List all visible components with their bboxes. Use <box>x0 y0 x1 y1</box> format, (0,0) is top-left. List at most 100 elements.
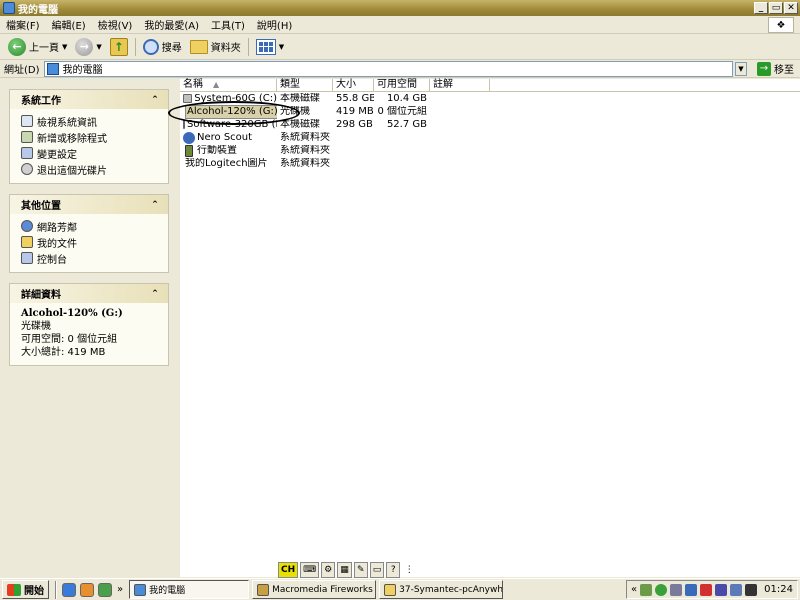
forward-dropdown-icon[interactable]: ▼ <box>96 43 101 51</box>
menu-file[interactable]: 檔案(F) <box>0 17 46 32</box>
column-header-type[interactable]: 類型 <box>277 79 333 91</box>
mobile-icon <box>185 144 193 157</box>
menu-tools[interactable]: 工具(T) <box>205 17 251 32</box>
tray-display-icon[interactable] <box>685 583 698 596</box>
go-button[interactable]: → 移至 <box>751 61 800 76</box>
other-places-title: 其他位置 <box>21 201 61 212</box>
taskbar-item-fireworks[interactable]: Macromedia Fireworks M... <box>252 580 377 599</box>
back-button[interactable]: ← 上一頁 ▼ <box>4 36 71 58</box>
file-list: 名稱 ▲ 類型 大小 可用空間 註解 System-60G (C:) 本機磁碟 55.… <box>180 79 800 577</box>
tray-app-icon[interactable] <box>745 583 758 596</box>
menu-favorites[interactable]: 我的最愛(A) <box>138 17 205 32</box>
views-button[interactable]: ▼ <box>252 36 288 58</box>
place-network[interactable]: 網路芳鄰 <box>21 218 162 234</box>
task-pane: 系統工作 ⌃ 檢視系統資訊 新增或移除程式 變更設定 退出這個光碟片 其他位置 … <box>0 79 180 577</box>
taskbar-clock[interactable]: 01:24 <box>764 584 793 595</box>
language-indicator[interactable]: CH <box>278 562 299 578</box>
window-title: 我的電腦 <box>18 4 58 16</box>
minimize-button[interactable]: _ <box>754 2 768 14</box>
keyboard-icon[interactable]: ⌨ <box>300 562 320 578</box>
start-button[interactable]: 開始 <box>2 580 49 599</box>
collapse-chevron-icon[interactable]: ⌃ <box>148 93 162 107</box>
tray-phone-icon[interactable] <box>730 583 743 596</box>
taskbar-item-my-computer[interactable]: 我的電腦 <box>129 580 250 599</box>
close-button[interactable]: ✕ <box>784 2 798 14</box>
media-player-icon[interactable] <box>80 582 94 597</box>
tray-security-icon[interactable] <box>655 583 668 596</box>
file-row[interactable]: Nero Scout 系統資料夾 <box>180 131 800 144</box>
quicklaunch-separator <box>55 580 57 599</box>
tools-icon[interactable]: ⚙ <box>321 562 336 578</box>
file-size: 419 MB <box>336 105 374 117</box>
place-my-documents[interactable]: 我的文件 <box>21 234 162 250</box>
file-type: 光碟機 <box>280 105 310 117</box>
help-icon[interactable]: ? <box>386 562 401 578</box>
back-dropdown-icon[interactable]: ▼ <box>62 43 67 51</box>
file-row[interactable]: 行動裝置 系統資料夾 <box>180 144 800 157</box>
task-view-system-info[interactable]: 檢視系統資訊 <box>21 113 162 129</box>
details-header[interactable]: 詳細資料 ⌃ <box>10 284 168 303</box>
task-add-remove-programs[interactable]: 新增或移除程式 <box>21 129 162 145</box>
file-name-cell[interactable]: Alcohol-120% (G:) <box>180 104 277 119</box>
place-control-panel[interactable]: 控制台 <box>21 250 162 266</box>
outlook-icon[interactable] <box>98 582 112 597</box>
window-controls: _ ▭ ✕ <box>754 2 798 14</box>
file-row[interactable]: Alcohol-120% (G:) 光碟機 419 MB 0 個位元組 <box>180 104 800 119</box>
place-label: 網路芳鄰 <box>37 222 77 234</box>
column-header-comment[interactable]: 註解 <box>430 79 490 91</box>
file-name: System-60G (C:) <box>194 92 277 104</box>
menu-edit[interactable]: 編輯(E) <box>46 17 92 32</box>
menu-view[interactable]: 檢視(V) <box>92 17 139 32</box>
file-name-cell[interactable]: 行動裝置 <box>180 144 277 157</box>
file-name: Alcohol-120% (G:) <box>185 104 277 119</box>
system-tasks-header[interactable]: 系統工作 ⌃ <box>10 90 168 109</box>
file-row[interactable]: Software-320GB (F:)本機磁碟 298 GB 52.7 GB <box>180 118 800 131</box>
file-row[interactable]: 我的Logitech圖片 系統資料夾 <box>180 157 800 170</box>
windows-logo-icon: ❖ <box>768 17 794 33</box>
handwriting-icon[interactable]: ✎ <box>353 562 368 578</box>
column-header-name[interactable]: 名稱 ▲ <box>180 79 277 91</box>
toolbar-separator <box>247 37 249 56</box>
file-name-cell[interactable]: 我的Logitech圖片 <box>180 158 277 170</box>
file-free-space: 0 個位元組 <box>377 105 427 117</box>
file-type: 系統資料夾 <box>280 144 330 156</box>
search-button[interactable]: 搜尋 <box>139 36 186 58</box>
file-name-cell[interactable]: Nero Scout <box>180 131 277 144</box>
forward-button[interactable]: → ▼ <box>71 36 105 58</box>
options-icon[interactable]: ▭ <box>369 562 385 578</box>
address-dropdown-button[interactable]: ▼ <box>735 61 747 76</box>
maximize-button[interactable]: ▭ <box>769 2 783 14</box>
views-dropdown-icon[interactable]: ▼ <box>279 43 284 51</box>
address-input[interactable]: 我的電腦 <box>43 60 733 77</box>
column-header-size[interactable]: 大小 <box>333 79 374 91</box>
file-row[interactable]: System-60G (C:) 本機磁碟 55.8 GB 10.4 GB <box>180 92 800 105</box>
my-computer-icon <box>134 583 147 596</box>
menu-help[interactable]: 說明(H) <box>251 17 298 32</box>
column-header-free-space[interactable]: 可用空間 <box>374 79 430 91</box>
system-tasks-title: 系統工作 <box>21 96 61 107</box>
folders-button[interactable]: 資料夾 <box>186 36 245 58</box>
title-bar: 我的電腦 _ ▭ ✕ <box>0 0 800 16</box>
internet-explorer-icon[interactable] <box>62 582 76 597</box>
task-eject-disc[interactable]: 退出這個光碟片 <box>21 161 162 177</box>
file-name: 行動裝置 <box>197 144 237 156</box>
other-places-header[interactable]: 其他位置 ⌃ <box>10 195 168 214</box>
taskbar-item-pcanywhere[interactable]: 37-Symantec-pcAnywher... <box>379 580 504 599</box>
collapse-chevron-icon[interactable]: ⌃ <box>148 287 162 301</box>
file-name-cell[interactable]: Software-320GB (F:) <box>180 119 277 131</box>
ime-pad-icon[interactable]: ▦ <box>337 562 352 578</box>
forward-arrow-icon: → <box>75 37 94 56</box>
tray-connection-icon[interactable] <box>715 583 728 596</box>
quicklaunch-more-icon[interactable]: » <box>117 584 123 595</box>
task-change-setting[interactable]: 變更設定 <box>21 145 162 161</box>
views-icon <box>255 38 276 55</box>
tray-network-icon[interactable] <box>640 583 653 596</box>
details-item-name: Alcohol-120% (G:) <box>21 308 123 319</box>
up-button[interactable]: ↑ <box>106 36 132 58</box>
tray-antivirus-icon[interactable] <box>700 583 713 596</box>
collapse-chevron-icon[interactable]: ⌃ <box>148 198 162 212</box>
tray-volume-icon[interactable] <box>670 583 683 596</box>
file-name-cell[interactable]: System-60G (C:) <box>180 93 277 105</box>
tray-expand-icon[interactable]: « <box>631 584 637 595</box>
langbar-options-icon[interactable]: ⋮ <box>402 562 416 578</box>
